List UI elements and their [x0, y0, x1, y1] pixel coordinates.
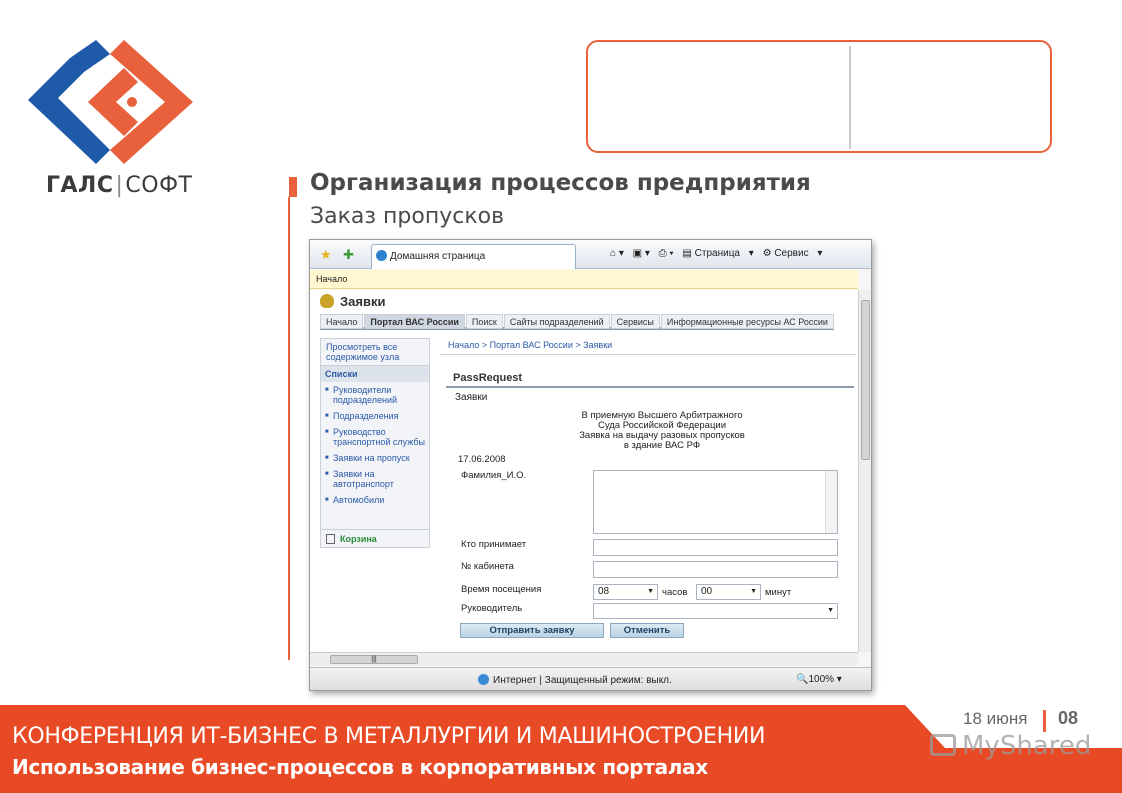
- zoom-control[interactable]: 🔍100% ▾: [796, 674, 842, 685]
- home-icon[interactable]: ⌂ ▾: [610, 248, 624, 259]
- top-navigation: Начало Портал ВАС России Поиск Сайты под…: [320, 314, 834, 330]
- conference-subtitle: Использование бизнес-процессов в корпора…: [12, 755, 708, 779]
- page-menu[interactable]: ▤ Страница ▾: [682, 248, 753, 259]
- room-input[interactable]: [593, 561, 838, 578]
- header-frame: [586, 40, 1052, 153]
- service-menu[interactable]: ⚙ Сервис ▾: [763, 248, 823, 259]
- brand-name: ГАЛС|СОФТ: [46, 173, 193, 198]
- chevron-down-icon: ▼: [750, 588, 757, 595]
- fio-textarea[interactable]: [593, 470, 838, 534]
- list-item[interactable]: Заявки на автотранспорт: [325, 469, 427, 489]
- ie-icon: [376, 250, 387, 261]
- tab-title: Домашняя страница: [390, 251, 486, 262]
- galssoft-logo-icon: [28, 40, 193, 164]
- form-date: 17.06.2008: [458, 454, 506, 465]
- print-icon[interactable]: ⎙ ▾: [659, 248, 674, 259]
- hours-unit: часов: [662, 587, 688, 598]
- browser-toolbar: ★ ✚ Домашняя страница ⌂ ▾ ▣ ▾ ⎙ ▾ ▤ Стра…: [310, 240, 871, 269]
- minutes-unit: минут: [765, 587, 792, 598]
- list-item[interactable]: Подразделения: [325, 411, 427, 421]
- title-accent-bar: [289, 177, 297, 197]
- lists-header[interactable]: Списки: [321, 366, 429, 382]
- list-item[interactable]: Автомобили: [325, 495, 427, 505]
- conference-title: КОНФЕРЕНЦИЯ ИТ-БИЗНЕС В МЕТАЛЛУРГИИ И МА…: [12, 724, 766, 749]
- minutes-select[interactable]: 00 ▼: [696, 584, 761, 600]
- date-separator: [1043, 710, 1046, 732]
- list-item[interactable]: Руководители подразделений: [325, 385, 427, 405]
- trash-link[interactable]: Корзина: [321, 529, 429, 548]
- site-title: Заявки: [320, 294, 385, 309]
- cancel-button[interactable]: Отменить: [610, 623, 684, 638]
- list-item[interactable]: Руководство транспортной службы: [325, 427, 427, 447]
- lists-menu: Руководители подразделений Подразделения…: [321, 382, 429, 505]
- watermark: MyShared: [930, 731, 1091, 761]
- textarea-scrollbar[interactable]: [825, 471, 837, 533]
- browser-tab[interactable]: Домашняя страница: [371, 244, 576, 269]
- nav-search[interactable]: Поиск: [465, 314, 503, 329]
- receiver-input[interactable]: [593, 539, 838, 556]
- chevron-down-icon: ▼: [827, 607, 834, 614]
- receiver-label: Кто принимает: [461, 539, 527, 550]
- web-page: Заявки Начало Портал ВАС России Поиск Са…: [310, 290, 858, 652]
- vertical-scrollbar[interactable]: [858, 290, 871, 652]
- add-favorites-icon[interactable]: ✚: [343, 247, 354, 263]
- chevron-down-icon: ▼: [647, 588, 654, 595]
- submit-button[interactable]: Отправить заявку: [460, 623, 604, 638]
- quick-launch: Просмотреть все содержимое узла Списки Р…: [320, 338, 430, 548]
- time-label: Время посещения: [461, 584, 542, 595]
- form-list-name: Заявки: [455, 392, 488, 403]
- slide-date: 18 июня: [963, 709, 1028, 728]
- horizontal-scrollbar[interactable]: |||: [310, 652, 858, 666]
- nav-sites[interactable]: Сайты подразделений: [503, 314, 610, 329]
- slide-title: Организация процессов предприятия: [310, 170, 811, 196]
- nav-home[interactable]: Начало: [320, 314, 364, 329]
- nav-resources[interactable]: Информационные ресурсы АС России: [660, 314, 834, 329]
- hours-select[interactable]: 08 ▼: [593, 584, 658, 600]
- trash-icon: [326, 534, 335, 544]
- nav-portal[interactable]: Портал ВАС России: [364, 314, 465, 329]
- feeds-icon[interactable]: ▣ ▾: [633, 248, 650, 259]
- emblem-icon: [320, 294, 334, 308]
- presentation-icon: [930, 734, 956, 756]
- page-number: 08: [1058, 708, 1079, 728]
- status-bar: Интернет | Защищенный режим: выкл. 🔍100%…: [310, 667, 871, 690]
- nav-services[interactable]: Сервисы: [610, 314, 660, 329]
- breadcrumb[interactable]: Начало > Портал ВАС России > Заявки: [440, 340, 856, 355]
- room-label: № кабинета: [461, 561, 514, 572]
- manager-label: Руководитель: [461, 603, 523, 614]
- form-title: PassRequest: [453, 372, 523, 384]
- fio-label: Фамилия_И.О.: [461, 470, 527, 481]
- list-item[interactable]: Заявки на пропуск: [325, 453, 427, 463]
- globe-icon: [478, 674, 489, 685]
- form-divider: [446, 386, 854, 388]
- command-bar: ⌂ ▾ ▣ ▾ ⎙ ▾ ▤ Страница ▾ ⚙ Сервис ▾: [610, 248, 828, 259]
- slide-subtitle: Заказ пропусков: [310, 204, 505, 229]
- favorites-star-icon[interactable]: ★: [320, 247, 332, 263]
- info-bar[interactable]: Начало: [310, 270, 858, 289]
- browser-window: ★ ✚ Домашняя страница ⌂ ▾ ▣ ▾ ⎙ ▾ ▤ Стра…: [309, 239, 872, 691]
- letter-header: В приемную Высшего Арбитражного Суда Рос…: [579, 410, 745, 451]
- security-zone: Интернет | Защищенный режим: выкл.: [478, 674, 672, 686]
- view-all-link[interactable]: Просмотреть все содержимое узла: [321, 339, 429, 366]
- title-accent-line: [288, 197, 290, 660]
- manager-select[interactable]: ▼: [593, 603, 838, 619]
